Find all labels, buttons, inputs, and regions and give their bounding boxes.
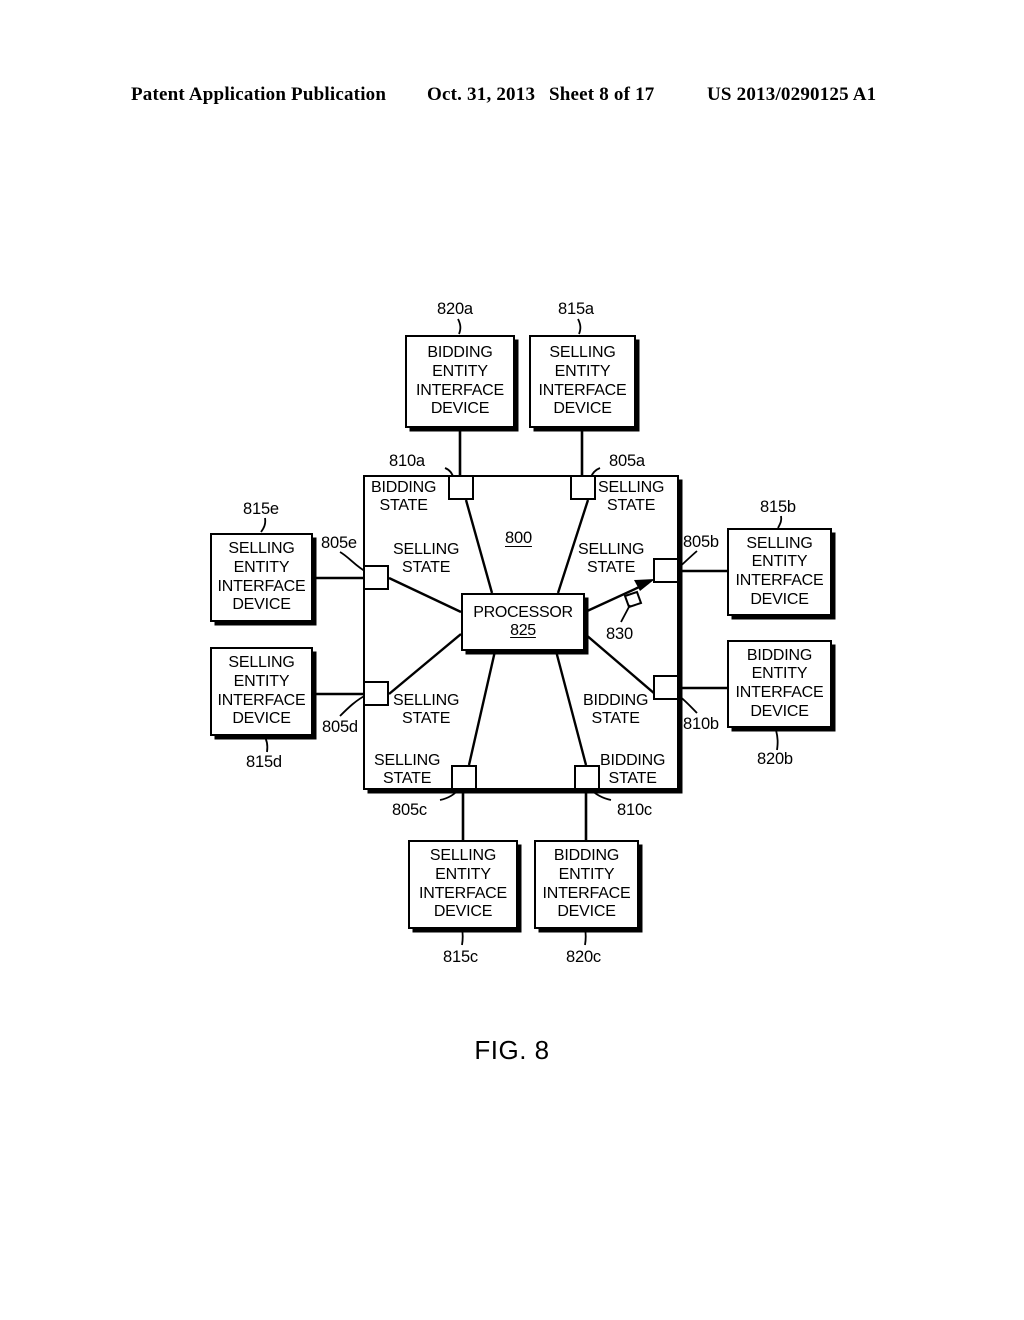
device-820c-line2: ENTITY xyxy=(558,865,615,883)
state-810a-line2: STATE xyxy=(379,497,428,515)
state-805b-line1: SELLING xyxy=(578,541,645,558)
ref-numeral-805b: 805b xyxy=(683,533,719,551)
ref-numeral-810b: 810b xyxy=(683,715,719,733)
interface-device-820a: BIDDING ENTITY INTERFACE DEVICE xyxy=(405,335,515,428)
state-805b-line2: STATE xyxy=(586,559,636,577)
port-805a xyxy=(570,475,596,500)
device-820a-line1: BIDDING xyxy=(427,344,493,362)
device-815a-line3: INTERFACE xyxy=(538,381,627,399)
processor-reference-numeral: 825 xyxy=(510,622,536,639)
ref-numeral-815d: 815d xyxy=(246,753,282,771)
device-820b-line1: BIDDING xyxy=(746,646,813,664)
ref-numeral-830: 830 xyxy=(606,625,633,643)
state-810c-line2: STATE xyxy=(608,770,657,788)
processor-label: PROCESSOR xyxy=(473,603,573,621)
figure-caption: FIG. 8 xyxy=(474,1035,550,1065)
device-815b-line1: SELLING xyxy=(746,534,813,552)
device-815c-line4: DEVICE xyxy=(433,903,493,921)
state-810b-line2: STATE xyxy=(591,710,640,728)
state-805a-line2: STATE xyxy=(606,497,656,515)
port-810b xyxy=(653,675,679,700)
device-815c-line3: INTERFACE xyxy=(419,884,507,902)
ref-numeral-815c: 815c xyxy=(443,948,478,966)
state-810a-line1: BIDDING xyxy=(371,479,437,496)
system-reference-numeral: 800 xyxy=(505,529,532,547)
device-815d-line3: INTERFACE xyxy=(217,691,306,709)
port-810a xyxy=(448,475,474,500)
device-820a-line4: DEVICE xyxy=(430,400,490,418)
device-815d-line4: DEVICE xyxy=(232,710,291,728)
device-815d-line2: ENTITY xyxy=(233,672,290,690)
ref-numeral-810a: 810a xyxy=(389,452,425,470)
ref-numeral-805e: 805e xyxy=(321,534,357,552)
device-820b-line4: DEVICE xyxy=(750,702,809,720)
state-810c-line1: BIDDING xyxy=(600,752,666,769)
state-805e-line1: SELLING xyxy=(393,541,460,558)
ref-numeral-805a: 805a xyxy=(609,452,645,470)
device-815b-line3: INTERFACE xyxy=(735,572,824,589)
interface-device-815b: SELLING ENTITY INTERFACE DEVICE xyxy=(727,528,832,616)
port-805e xyxy=(363,565,389,590)
interface-device-815a: SELLING ENTITY INTERFACE DEVICE xyxy=(529,335,636,428)
state-label-810b: BIDDING STATE xyxy=(583,692,648,729)
state-805c-line2: STATE xyxy=(382,770,432,788)
device-820b-line2: ENTITY xyxy=(751,665,808,683)
device-820c-line3: INTERFACE xyxy=(542,884,631,902)
port-805c xyxy=(451,765,477,790)
port-805b xyxy=(653,558,679,583)
interface-device-815e: SELLING ENTITY INTERFACE DEVICE xyxy=(210,533,313,622)
device-820a-line3: INTERFACE xyxy=(416,381,504,399)
device-820c-line4: DEVICE xyxy=(557,903,616,921)
processor-box: PROCESSOR 825 xyxy=(461,593,585,651)
state-805c-line1: SELLING xyxy=(374,752,441,769)
device-815e-line2: ENTITY xyxy=(233,558,290,576)
device-815b-line2: ENTITY xyxy=(751,553,808,571)
state-805e-line2: STATE xyxy=(401,559,451,577)
ref-numeral-815e: 815e xyxy=(243,500,279,518)
state-label-805e: SELLING STATE xyxy=(393,541,459,578)
state-label-810a: BIDDING STATE xyxy=(371,479,436,516)
ref-numeral-810c: 810c xyxy=(617,801,652,819)
ref-numeral-805d: 805d xyxy=(322,718,358,736)
device-820b-line3: INTERFACE xyxy=(735,684,824,701)
state-label-805b: SELLING STATE xyxy=(578,541,644,578)
port-805d xyxy=(363,681,389,706)
ref-numeral-815a: 815a xyxy=(558,300,594,318)
state-810b-line1: BIDDING xyxy=(583,692,649,709)
ref-numeral-805c: 805c xyxy=(392,801,427,819)
state-805d-line1: SELLING xyxy=(393,692,460,709)
device-815c-line1: SELLING xyxy=(429,847,497,865)
state-label-805a: SELLING STATE xyxy=(598,479,664,516)
device-815e-line1: SELLING xyxy=(228,540,295,558)
device-815e-line4: DEVICE xyxy=(232,596,291,614)
state-805a-line1: SELLING xyxy=(598,479,665,496)
patent-figure-8: 800 PROCESSOR 825 BIDDING STATE SELLING … xyxy=(0,0,1024,1320)
interface-device-815c: SELLING ENTITY INTERFACE DEVICE xyxy=(408,840,518,929)
device-820c-line1: BIDDING xyxy=(553,847,620,865)
device-820a-line2: ENTITY xyxy=(432,362,488,380)
device-815b-line4: DEVICE xyxy=(750,590,809,608)
ref-numeral-820b: 820b xyxy=(757,750,793,768)
ref-numeral-820c: 820c xyxy=(566,948,601,966)
port-810c xyxy=(574,765,600,790)
interface-device-815d: SELLING ENTITY INTERFACE DEVICE xyxy=(210,647,313,736)
ref-numeral-815b: 815b xyxy=(760,498,796,516)
state-label-805c: SELLING STATE xyxy=(374,752,440,789)
device-815a-line2: ENTITY xyxy=(554,362,611,380)
state-805d-line2: STATE xyxy=(401,710,451,728)
device-815e-line3: INTERFACE xyxy=(217,577,306,595)
state-label-810c: BIDDING STATE xyxy=(600,752,665,789)
device-815d-line1: SELLING xyxy=(228,654,295,672)
device-815a-line1: SELLING xyxy=(549,344,616,362)
interface-device-820c: BIDDING ENTITY INTERFACE DEVICE xyxy=(534,840,639,929)
device-815a-line4: DEVICE xyxy=(553,400,612,418)
interface-device-820b: BIDDING ENTITY INTERFACE DEVICE xyxy=(727,640,832,728)
device-815c-line2: ENTITY xyxy=(435,865,491,883)
state-label-805d: SELLING STATE xyxy=(393,692,459,729)
ref-numeral-820a: 820a xyxy=(437,300,473,318)
